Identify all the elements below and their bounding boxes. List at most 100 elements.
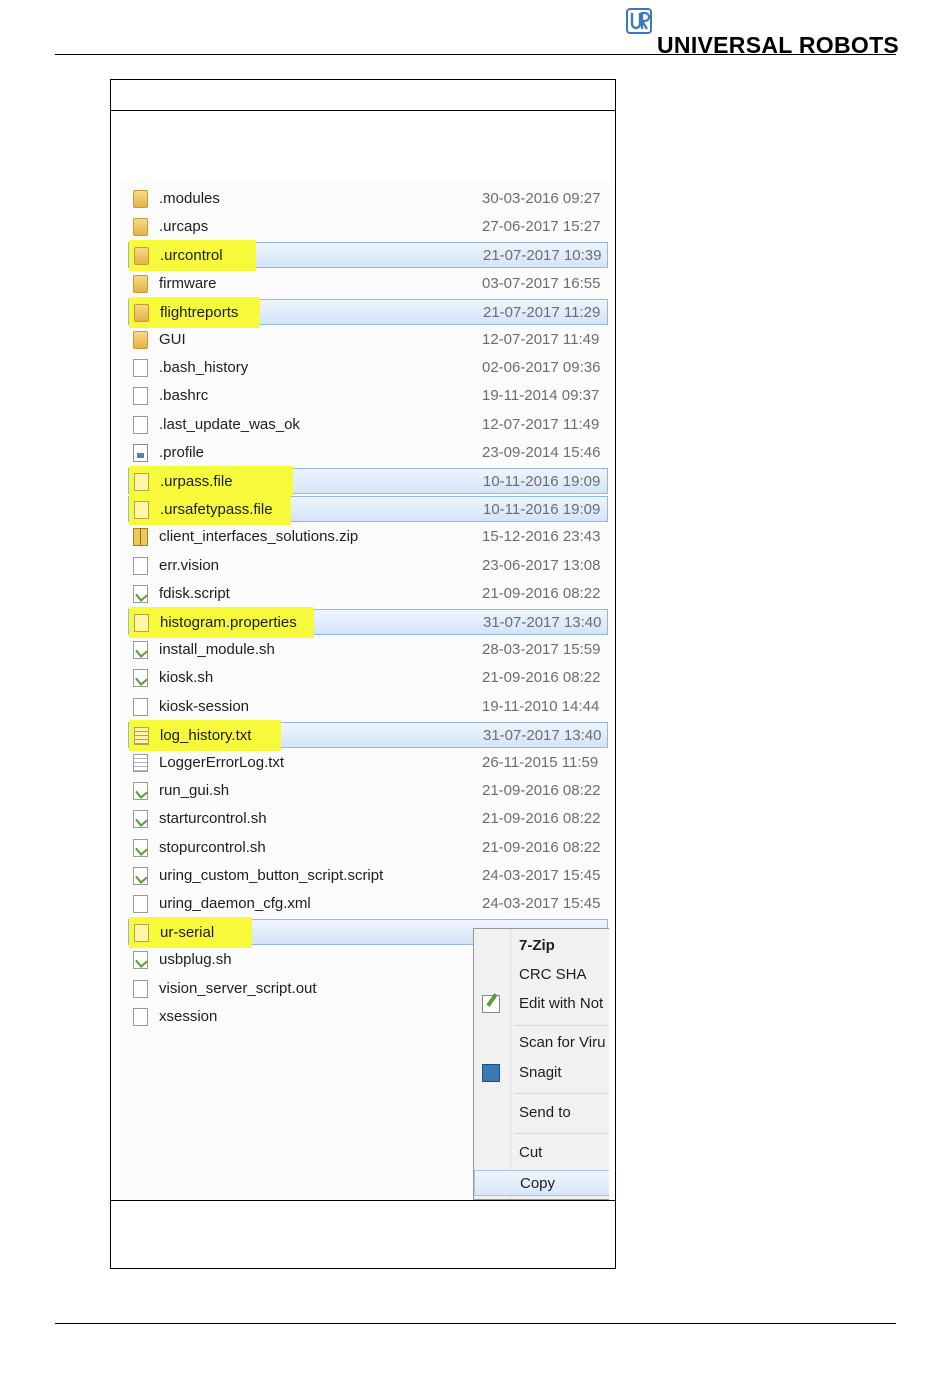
config-file-icon (133, 443, 148, 462)
file-icon (133, 387, 148, 406)
folder-icon (133, 218, 148, 237)
file-row[interactable]: uring_daemon_cfg.xml 24-03-2017 15:45 (128, 891, 608, 917)
file-row[interactable]: .ursafetypass.file 10-11-2016 19:09 (128, 494, 608, 526)
context-menu-label: Edit with Not (519, 995, 604, 1012)
file-date-modified: 31-07-2017 13:40 (483, 614, 602, 631)
notepad-icon (482, 995, 500, 1013)
file-row[interactable]: stopurcontrol.sh 21-09-2016 08:22 (128, 835, 608, 861)
file-name: .profile (159, 443, 205, 461)
file-row[interactable]: .last_update_was_ok 12-07-2017 11:49 (128, 412, 608, 438)
context-menu-item[interactable]: Edit with Not (474, 991, 609, 1017)
file-icon (133, 415, 148, 434)
file-row[interactable]: LoggerErrorLog.txt 26-11-2015 11:59 (128, 750, 608, 776)
file-date-modified: 21-09-2016 08:22 (482, 669, 601, 687)
file-date-modified: 30-03-2016 09:27 (482, 190, 601, 207)
file-date-modified: 21-09-2016 08:22 (482, 838, 601, 856)
script-icon (133, 641, 148, 660)
file-icon (134, 501, 149, 520)
file-row[interactable]: kiosk-session 19-11-2010 14:44 (128, 694, 608, 720)
file-name: err.vision (159, 556, 220, 574)
file-date-modified: 02-06-2017 09:36 (482, 359, 601, 377)
file-name: .urcontrol (160, 247, 223, 265)
figure-frame: .modules 30-03-2016 09:27 .urcaps 27-06-201… (110, 79, 616, 1269)
context-menu-item[interactable]: Copy (474, 1170, 609, 1196)
context-menu-label: 7-Zip (519, 937, 555, 954)
file-row[interactable]: kiosk.sh 21-09-2016 08:22 (128, 665, 608, 691)
context-menu-item[interactable]: Cut (474, 1140, 609, 1166)
file-date-modified: 21-09-2016 08:22 (482, 810, 601, 828)
file-row[interactable]: .bash_history 02-06-2017 09:36 (128, 355, 608, 381)
file-name: stopurcontrol.sh (159, 838, 266, 856)
context-menu-label: CRC SHA (519, 966, 587, 983)
file-row[interactable]: run_gui.sh 21-09-2016 08:22 (128, 778, 608, 804)
file-date-modified: 27-06-2017 15:27 (482, 218, 601, 236)
file-date-modified: 10-11-2016 19:09 (483, 473, 601, 490)
file-date-modified: 21-09-2016 08:22 (482, 584, 601, 602)
file-name: .urcaps (159, 218, 209, 236)
context-menu[interactable]: 7-Zip CRC SHA Edit with Not Scan for Viru Sn… (473, 928, 609, 1200)
file-name: .bash_history (159, 359, 249, 377)
file-explorer-screenshot: .modules 30-03-2016 09:27 .urcaps 27-06-201… (120, 180, 609, 1200)
file-name: LoggerErrorLog.txt (159, 754, 285, 771)
file-name: vision_server_script.out (159, 979, 317, 997)
context-menu-item[interactable]: Send to (474, 1100, 609, 1126)
file-row[interactable]: GUI 12-07-2017 11:49 (128, 327, 608, 353)
file-row[interactable]: fdisk.script 21-09-2016 08:22 (128, 581, 608, 607)
file-row[interactable]: install_module.sh 28-03-2017 15:59 (128, 637, 608, 663)
file-date-modified: 03-07-2017 16:55 (482, 274, 601, 292)
text-file-icon (134, 726, 149, 745)
file-row[interactable]: .urcontrol 21-07-2017 10:39 (128, 240, 608, 272)
file-row[interactable]: starturcontrol.sh 21-09-2016 08:22 (128, 806, 608, 832)
file-name: .last_update_was_ok (159, 415, 300, 433)
file-row[interactable]: client_interfaces_solutions.zip 15-12-201… (128, 524, 608, 550)
context-menu-item[interactable]: Snagit (474, 1060, 609, 1086)
file-name: histogram.properties (160, 614, 297, 631)
frame-divider-bottom (111, 1200, 615, 1201)
folder-icon (134, 247, 149, 266)
file-row[interactable]: .urpass.file 10-11-2016 19:09 (128, 466, 608, 497)
file-date-modified: 10-11-2016 19:09 (483, 501, 601, 519)
file-row[interactable]: .bashrc 19-11-2014 09:37 (128, 383, 608, 409)
file-name: uring_daemon_cfg.xml (159, 895, 311, 912)
header-rule (55, 54, 896, 55)
file-row[interactable]: uring_custom_button_script.script 24-03-2… (128, 863, 608, 889)
context-menu-label: Snagit (519, 1064, 562, 1081)
file-name: ur-serial (160, 924, 215, 942)
context-menu-label: Scan for Viru (519, 1034, 606, 1051)
file-row[interactable]: .modules 30-03-2016 09:27 (128, 186, 608, 212)
file-name: starturcontrol.sh (159, 810, 267, 828)
context-menu-separator (514, 1025, 609, 1026)
folder-icon (133, 331, 148, 349)
file-icon (133, 1007, 148, 1026)
zip-icon (133, 528, 148, 547)
file-row[interactable]: histogram.properties 31-07-2017 13:40 (128, 607, 608, 638)
file-row[interactable]: .urcaps 27-06-2017 15:27 (128, 214, 608, 240)
file-row[interactable]: .profile 23-09-2014 15:46 (128, 440, 608, 466)
file-row[interactable]: err.vision 23-06-2017 13:08 (128, 553, 608, 579)
file-date-modified: 21-07-2017 10:39 (483, 247, 602, 265)
folder-icon (134, 303, 149, 322)
file-date-modified: 12-07-2017 11:49 (482, 331, 600, 348)
context-menu-item[interactable]: 7-Zip (474, 933, 609, 959)
folder-icon (133, 190, 148, 208)
file-name: uring_custom_button_script.script (159, 866, 384, 884)
file-name: .ursafetypass.file (160, 501, 273, 519)
context-menu-separator (514, 1093, 609, 1094)
text-file-icon (133, 754, 148, 772)
context-menu-item[interactable]: Scan for Viru (474, 1030, 609, 1056)
file-date-modified: 21-09-2016 08:22 (482, 782, 601, 800)
file-row[interactable]: flightreports 21-07-2017 11:29 (128, 296, 608, 328)
context-menu-item[interactable]: CRC SHA (474, 962, 609, 988)
file-row[interactable]: log_history.txt 31-07-2017 13:40 (128, 719, 608, 751)
file-date-modified: 28-03-2017 15:59 (482, 641, 601, 659)
folder-icon (133, 274, 148, 293)
snagit-icon (482, 1064, 500, 1082)
file-row[interactable]: firmware 03-07-2017 16:55 (128, 271, 608, 297)
file-date-modified: 21-07-2017 11:29 (483, 303, 601, 321)
file-date-modified: 12-07-2017 11:49 (482, 415, 600, 433)
file-icon (133, 556, 148, 575)
file-date-modified: 23-09-2014 15:46 (482, 443, 601, 461)
file-icon (133, 979, 148, 998)
script-icon (133, 669, 148, 688)
script-icon (133, 838, 148, 857)
